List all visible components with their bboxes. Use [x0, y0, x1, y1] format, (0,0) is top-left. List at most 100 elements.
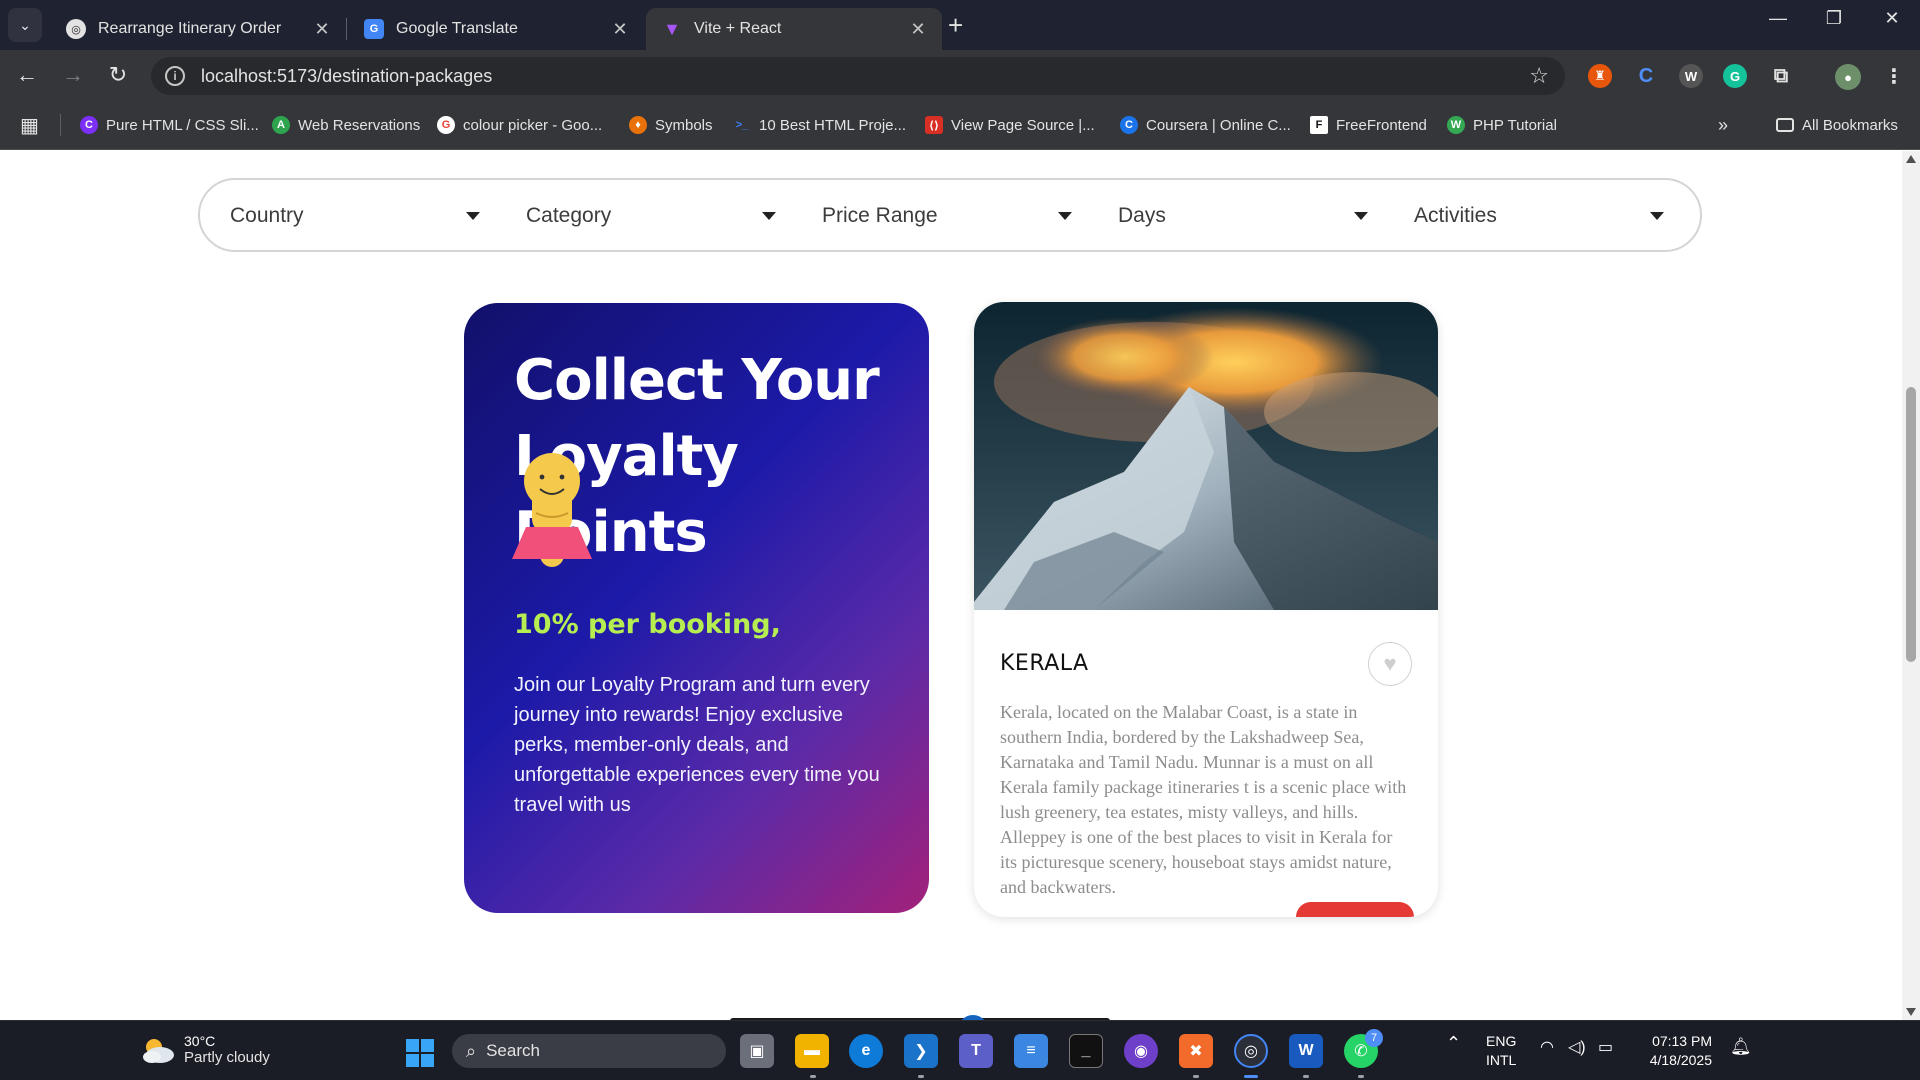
scroll-down-icon[interactable] — [1906, 1008, 1916, 1016]
activities-filter[interactable]: Activities — [1414, 200, 1664, 232]
address-bar[interactable]: i localhost:5173/destination-packages ☆ — [151, 57, 1565, 95]
close-icon[interactable]: ✕ — [312, 19, 332, 40]
bookmark-label: Coursera | Online C... — [1146, 116, 1291, 134]
notepad-icon[interactable]: ≡ — [1014, 1034, 1048, 1068]
language-code: ENG — [1486, 1033, 1517, 1049]
search-icon: ⌕ — [466, 1040, 477, 1061]
browser-toolbar: ← → ↻ i localhost:5173/destination-packa… — [0, 50, 1920, 100]
w3-icon: W — [1447, 116, 1465, 134]
word-icon[interactable]: W — [1289, 1034, 1323, 1068]
loyalty-description: Join our Loyalty Program and turn every … — [514, 674, 880, 816]
c-extension-icon[interactable]: C — [1634, 64, 1658, 88]
active-app-indicator — [1244, 1075, 1258, 1078]
mountain-image — [974, 302, 1438, 610]
xampp-icon[interactable]: ✖ — [1179, 1034, 1213, 1068]
running-indicator — [1358, 1075, 1364, 1078]
destination-description: Kerala, located on the Malabar Coast, is… — [1000, 702, 1407, 897]
bookmark-star-icon[interactable]: ☆ — [1529, 63, 1549, 89]
wifi-icon[interactable]: ◠ — [1540, 1037, 1554, 1057]
tray-overflow-chevron-icon[interactable]: ⌃ — [1446, 1033, 1461, 1054]
bookmark-label: View Page Source |... — [951, 116, 1095, 134]
tab-google-translate[interactable]: G Google Translate ✕ — [348, 8, 644, 50]
bookmarks-divider — [60, 114, 61, 136]
forward-button[interactable]: → — [58, 62, 88, 88]
apps-grid-icon[interactable]: ▦ — [20, 114, 39, 137]
back-button[interactable]: ← — [12, 62, 42, 88]
input-language-indicator[interactable]: ENG INTL — [1486, 1032, 1516, 1070]
vscode-icon[interactable]: ❯ — [904, 1034, 938, 1068]
new-tab-button[interactable]: + — [948, 12, 963, 38]
close-icon[interactable]: ✕ — [610, 19, 630, 40]
extensions-puzzle-icon[interactable]: ⧉ — [1769, 64, 1793, 88]
bookmark-php-tutorial[interactable]: W PHP Tutorial — [1447, 114, 1557, 136]
terminal-icon: >_ — [735, 119, 749, 131]
system-clock[interactable]: 07:13 PM 4/18/2025 — [1640, 1032, 1712, 1070]
weather-widget[interactable]: 30°C Partly cloudy — [140, 1033, 270, 1066]
loyalty-highlight: 10% per booking, — [514, 609, 781, 640]
teams-icon[interactable]: T — [959, 1034, 993, 1068]
terminal-app-icon[interactable]: _ — [1069, 1034, 1103, 1068]
scroll-up-icon[interactable] — [1906, 155, 1916, 163]
grammarly-icon[interactable]: G — [1723, 64, 1747, 88]
notification-bell-icon[interactable]: 🔔︎ — [1730, 1037, 1752, 1057]
bookmark-web-reservations[interactable]: A Web Reservations — [272, 114, 420, 136]
bookmarks-overflow-icon[interactable]: » — [1718, 114, 1728, 136]
google-translate-icon: G — [364, 19, 384, 39]
category-filter[interactable]: Category — [526, 200, 776, 232]
book-now-button[interactable] — [1296, 902, 1414, 917]
bookmarks-bar: ▦ C Pure HTML / CSS Sli... A Web Reserva… — [0, 100, 1920, 150]
close-icon[interactable]: ✕ — [908, 19, 928, 40]
bookmark-label: FreeFrontend — [1336, 116, 1427, 134]
days-filter[interactable]: Days — [1118, 200, 1368, 232]
search-label: Search — [486, 1041, 540, 1060]
scrollbar-thumb[interactable] — [1906, 387, 1916, 662]
partly-cloudy-icon — [143, 1038, 174, 1063]
windows-start-icon[interactable] — [406, 1039, 434, 1067]
w-extension-icon[interactable]: W — [1679, 64, 1703, 88]
bookmark-label: PHP Tutorial — [1473, 116, 1557, 134]
tab-vite-react[interactable]: ▼ Vite + React ✕ — [646, 8, 942, 50]
close-window-button[interactable]: ✕ — [1872, 8, 1912, 29]
reload-button[interactable]: ↻ — [103, 62, 133, 88]
site-info-icon[interactable]: i — [165, 66, 185, 86]
taskbar-search[interactable]: ⌕ Search — [452, 1034, 726, 1068]
volume-icon[interactable]: ◁) — [1568, 1037, 1586, 1057]
bookmark-label: Symbols — [655, 116, 713, 134]
bookmark-coursera[interactable]: C Coursera | Online C... — [1120, 114, 1291, 136]
running-indicator — [1303, 1075, 1309, 1078]
chrome-icon[interactable]: ◎ — [1234, 1034, 1268, 1068]
task-view-icon[interactable]: ▣ — [740, 1034, 774, 1068]
country-filter[interactable]: Country — [230, 200, 480, 232]
bookmark-view-source[interactable]: ⟨⟩ View Page Source |... — [925, 114, 1095, 136]
file-explorer-icon[interactable]: ▬ — [795, 1034, 829, 1068]
minimize-button[interactable]: — — [1758, 8, 1798, 29]
bookmark-freefrontend[interactable]: F FreeFrontend — [1310, 114, 1427, 136]
bookmark-label: 10 Best HTML Proje... — [759, 116, 906, 134]
folder-icon — [1776, 118, 1794, 132]
github-desktop-icon[interactable]: ◉ — [1124, 1034, 1158, 1068]
bookmark-colour-picker[interactable]: G colour picker - Goo... — [437, 114, 602, 136]
price-range-filter[interactable]: Price Range — [822, 200, 1072, 232]
tab-rearrange-itinerary[interactable]: ◎ Rearrange Itinerary Order ✕ — [50, 8, 346, 50]
edge-icon[interactable]: e — [849, 1034, 883, 1068]
battery-icon[interactable]: ▭ — [1598, 1037, 1613, 1057]
restore-button[interactable]: ❐ — [1814, 8, 1854, 29]
profile-avatar[interactable]: ● — [1835, 64, 1861, 90]
loyalty-card: Collect Your Loyalty Points 10% per book… — [464, 303, 929, 913]
extension-profile-icon[interactable]: ♜ — [1588, 64, 1612, 88]
all-bookmarks-button[interactable]: All Bookmarks — [1776, 114, 1898, 136]
bookmark-pure-html[interactable]: C Pure HTML / CSS Sli... — [80, 114, 259, 136]
c-logo-icon: C — [80, 116, 98, 134]
destination-card[interactable]: KERALA ♥ Kerala, located on the Malabar … — [974, 302, 1438, 917]
menu-kebab-icon[interactable]: ⋮ — [1882, 64, 1906, 88]
tab-label: Rearrange Itinerary Order — [98, 20, 282, 37]
fire-icon: ♦ — [629, 116, 647, 134]
url-text[interactable]: localhost:5173/destination-packages — [201, 66, 1529, 87]
bookmark-html-projects[interactable]: >_ 10 Best HTML Proje... — [733, 114, 906, 136]
destination-title: KERALA — [1000, 651, 1089, 676]
weather-condition: Partly cloudy — [184, 1049, 270, 1066]
page-scrollbar[interactable] — [1902, 151, 1920, 1020]
favorite-heart-button[interactable]: ♥ — [1368, 642, 1412, 686]
bookmark-symbols[interactable]: ♦ Symbols — [629, 114, 713, 136]
tab-search-button[interactable]: ⌄ — [8, 8, 42, 42]
